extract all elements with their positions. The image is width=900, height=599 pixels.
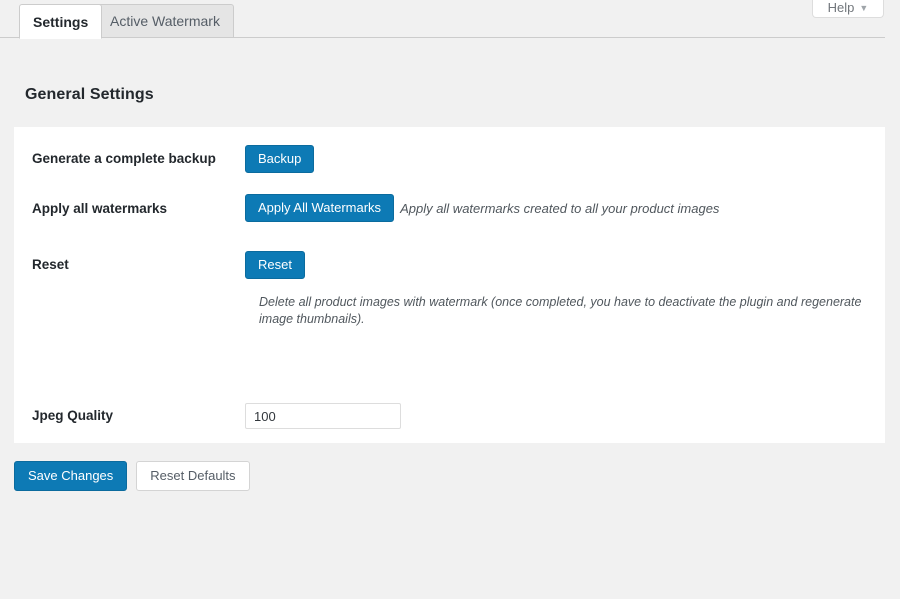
reset-label: Reset (32, 257, 69, 272)
backup-label: Generate a complete backup (32, 151, 216, 166)
jpeg-quality-control (245, 403, 401, 429)
tab-active-watermark-label: Active Watermark (110, 13, 220, 29)
backup-control: Backup (245, 145, 315, 173)
footer-actions: Save Changes Reset Defaults (14, 461, 250, 491)
tab-bar: Settings Active Watermark (0, 0, 885, 39)
backup-button[interactable]: Backup (245, 145, 315, 173)
tab-settings[interactable]: Settings (19, 4, 103, 39)
tab-active-watermark[interactable]: Active Watermark (96, 4, 234, 38)
page-title: General Settings (25, 86, 154, 103)
apply-watermarks-label: Apply all watermarks (32, 201, 168, 216)
reset-button[interactable]: Reset (245, 251, 305, 279)
apply-watermarks-control: Apply All Watermarks Apply all watermark… (245, 194, 719, 222)
reset-defaults-button[interactable]: Reset Defaults (136, 461, 250, 491)
tab-settings-label: Settings (33, 13, 89, 30)
reset-control: Reset (245, 251, 305, 279)
jpeg-quality-input[interactable] (245, 403, 401, 429)
apply-watermarks-hint: Apply all watermarks created to all your… (400, 200, 720, 216)
apply-all-watermarks-button[interactable]: Apply All Watermarks (245, 194, 395, 222)
jpeg-quality-label: Jpeg Quality (32, 408, 114, 423)
settings-panel: Generate a complete backup Backup Apply … (14, 127, 885, 443)
save-changes-button[interactable]: Save Changes (14, 461, 128, 491)
reset-hint: Delete all product images with watermark… (259, 295, 862, 326)
